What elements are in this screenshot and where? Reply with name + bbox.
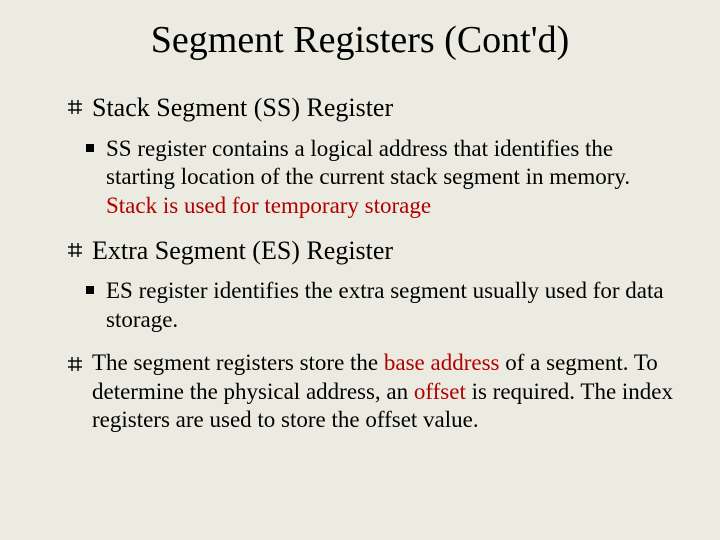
highlight-text: base address [384,350,500,375]
slide: Segment Registers (Cont'd) Stack Segment… [0,0,720,540]
subbullet-ss-desc: SS register contains a logical address t… [40,135,680,221]
slide-body: Stack Segment (SS) Register SS register … [40,92,680,435]
bullet-es-register: Extra Segment (ES) Register [40,235,680,272]
subbullet-es-desc: ES register identifies the extra segment… [40,277,680,335]
square-bullet-icon [86,144,94,152]
slide-title: Segment Registers (Cont'd) [40,18,680,62]
bullet-ss-register: Stack Segment (SS) Register [40,92,680,129]
hash-bullet-icon [68,349,82,379]
hash-bullet-icon [68,92,82,122]
subbullet-text: ES register identifies the extra segment… [106,277,680,335]
text-fragment: SS register contains a logical address t… [106,136,630,190]
highlight-text: offset [414,379,466,404]
bullet-heading: Stack Segment (SS) Register [92,92,680,125]
square-bullet-icon [86,286,94,294]
bullet-heading: Extra Segment (ES) Register [92,235,680,268]
hash-bullet-icon [68,235,82,265]
text-fragment: The segment registers store the [92,350,384,375]
bullet-summary: The segment registers store the base add… [40,349,680,435]
highlight-text: Stack is used for temporary storage [106,193,431,218]
text-fragment: ES register identifies the extra segment… [106,278,664,332]
summary-text: The segment registers store the base add… [92,349,680,435]
subbullet-text: SS register contains a logical address t… [106,135,680,221]
